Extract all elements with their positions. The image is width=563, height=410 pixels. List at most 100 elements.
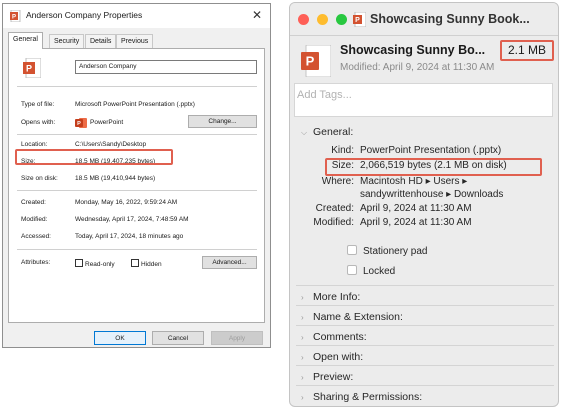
locked-label: Locked bbox=[363, 266, 396, 277]
kind-label: Kind: bbox=[331, 145, 354, 156]
chevron-right-icon: › bbox=[301, 313, 304, 322]
modified-summary: Modified: April 9, 2024 at 11:30 AM bbox=[340, 62, 495, 73]
tab-previous-versions[interactable]: Previous Versions bbox=[116, 34, 154, 58]
type-label: Type of file: bbox=[21, 101, 55, 108]
hidden-checkbox[interactable]: Hidden bbox=[131, 259, 162, 268]
mac-get-info-window: P Showcasing Sunny Book... P Showcasing … bbox=[289, 2, 559, 407]
powerpoint-file-icon: P bbox=[301, 45, 331, 77]
divider bbox=[296, 325, 554, 326]
chevron-right-icon: › bbox=[301, 293, 304, 302]
general-header-label: General: bbox=[313, 126, 354, 138]
size-label: Size: bbox=[331, 160, 354, 171]
windows-properties-dialog: P Anderson Company Properties ✕ General … bbox=[2, 3, 271, 348]
divider bbox=[290, 35, 558, 36]
powerpoint-file-icon: P bbox=[353, 12, 366, 27]
size-badge: 2.1 MB bbox=[500, 40, 554, 61]
location-value: C:\Users\Sandy\Desktop bbox=[75, 141, 147, 148]
chevron-right-icon: › bbox=[301, 373, 304, 382]
general-section-header[interactable]: ⌵ General: bbox=[301, 126, 353, 138]
tab-security[interactable]: Security bbox=[49, 34, 85, 48]
location-label: Location: bbox=[21, 141, 48, 148]
svg-text:P: P bbox=[26, 64, 32, 74]
checkbox-box[interactable] bbox=[131, 259, 139, 267]
powerpoint-app-icon: P bbox=[75, 118, 87, 128]
read-only-checkbox[interactable]: Read-only bbox=[75, 259, 115, 268]
where-value-line1: Macintosh HD ▸ Users ▸ bbox=[360, 176, 468, 187]
attributes-label: Attributes: bbox=[21, 259, 51, 266]
window-titlebar: P Anderson Company Properties ✕ bbox=[3, 4, 270, 28]
size-on-disk-value: 18.5 MB (19,410,944 bytes) bbox=[75, 175, 156, 182]
hidden-label: Hidden bbox=[141, 261, 162, 268]
svg-text:P: P bbox=[77, 121, 81, 127]
tags-input[interactable]: Add Tags... bbox=[294, 83, 553, 117]
file-name-field[interactable]: Anderson Company bbox=[75, 60, 257, 74]
svg-text:P: P bbox=[12, 15, 16, 21]
locked-checkbox[interactable]: Locked bbox=[347, 265, 395, 277]
accessed-label: Accessed: bbox=[21, 233, 51, 240]
more-info-section-header[interactable]: › More Info: bbox=[301, 291, 360, 303]
apply-button[interactable]: Apply bbox=[211, 331, 263, 345]
modified-label: Modified: bbox=[21, 216, 48, 223]
read-only-label: Read-only bbox=[85, 261, 115, 268]
tab-general[interactable]: General bbox=[8, 32, 43, 49]
minimize-window-button[interactable] bbox=[317, 14, 328, 25]
divider bbox=[17, 86, 257, 87]
chevron-right-icon: › bbox=[301, 333, 304, 342]
advanced-button[interactable]: Advanced... bbox=[202, 256, 257, 269]
checkbox-box[interactable] bbox=[75, 259, 83, 267]
comments-section-header[interactable]: › Comments: bbox=[301, 331, 367, 343]
name-extension-section-header[interactable]: › Name & Extension: bbox=[301, 311, 403, 323]
change-button[interactable]: Change... bbox=[188, 115, 257, 128]
opens-with-value: PowerPoint bbox=[90, 119, 124, 126]
stationery-pad-checkbox[interactable]: Stationery pad bbox=[347, 245, 428, 257]
modified-label: Modified: bbox=[313, 217, 354, 228]
created-label: Created: bbox=[315, 203, 354, 214]
type-value: Microsoft PowerPoint Presentation (.pptx… bbox=[75, 101, 195, 108]
close-icon[interactable]: ✕ bbox=[252, 8, 262, 22]
close-window-button[interactable] bbox=[298, 14, 309, 25]
created-value: Monday, May 16, 2022, 9:59:24 AM bbox=[75, 199, 178, 206]
checkbox-box[interactable] bbox=[347, 245, 357, 255]
size-on-disk-label: Size on disk: bbox=[21, 175, 58, 182]
ok-button[interactable]: OK bbox=[94, 331, 146, 345]
stationery-pad-label: Stationery pad bbox=[363, 246, 428, 257]
zoom-window-button[interactable] bbox=[336, 14, 347, 25]
preview-section-header[interactable]: › Preview: bbox=[301, 371, 353, 383]
window-title: Anderson Company Properties bbox=[26, 10, 143, 20]
open-with-section-header[interactable]: › Open with: bbox=[301, 351, 363, 363]
checkbox-box[interactable] bbox=[347, 265, 357, 275]
divider bbox=[17, 190, 257, 191]
tab-details[interactable]: Details bbox=[85, 34, 117, 48]
section-label: More Info: bbox=[313, 291, 361, 303]
section-label: Preview: bbox=[313, 371, 354, 383]
file-name: Showcasing Sunny Bo... bbox=[340, 43, 486, 57]
size-value: 2,066,519 bytes (2.1 MB on disk) bbox=[360, 160, 507, 171]
opens-with-label: Opens with: bbox=[21, 119, 56, 126]
cancel-button[interactable]: Cancel bbox=[152, 331, 204, 345]
chevron-right-icon: › bbox=[301, 393, 304, 402]
divider bbox=[296, 365, 554, 366]
divider bbox=[296, 385, 554, 386]
chevron-down-icon: ⌵ bbox=[301, 128, 308, 137]
powerpoint-file-icon: P bbox=[10, 10, 21, 22]
divider bbox=[296, 285, 554, 286]
where-label: Where: bbox=[321, 176, 354, 187]
powerpoint-file-icon: P bbox=[23, 58, 41, 78]
section-label: Sharing & Permissions: bbox=[313, 391, 423, 403]
modified-value: April 9, 2024 at 11:30 AM bbox=[360, 217, 472, 228]
window-titlebar: P Showcasing Sunny Book... bbox=[290, 3, 558, 35]
divider bbox=[17, 134, 257, 135]
sharing-permissions-section-header[interactable]: › Sharing & Permissions: bbox=[301, 391, 422, 403]
created-value: April 9, 2024 at 11:30 AM bbox=[360, 203, 472, 214]
section-label: Open with: bbox=[313, 351, 364, 363]
section-label: Name & Extension: bbox=[313, 311, 403, 323]
window-title: Showcasing Sunny Book... bbox=[370, 12, 530, 26]
section-label: Comments: bbox=[313, 331, 367, 343]
where-value-line2: sandywrittenhouse ▸ Downloads bbox=[360, 189, 504, 200]
divider bbox=[17, 249, 257, 250]
general-panel: P Anderson Company Type of file: Microso… bbox=[8, 48, 265, 323]
created-label: Created: bbox=[21, 199, 46, 206]
modified-value: Wednesday, April 17, 2024, 7:48:59 AM bbox=[75, 216, 189, 223]
svg-text:P: P bbox=[355, 17, 360, 24]
kind-value: PowerPoint Presentation (.pptx) bbox=[360, 145, 502, 156]
